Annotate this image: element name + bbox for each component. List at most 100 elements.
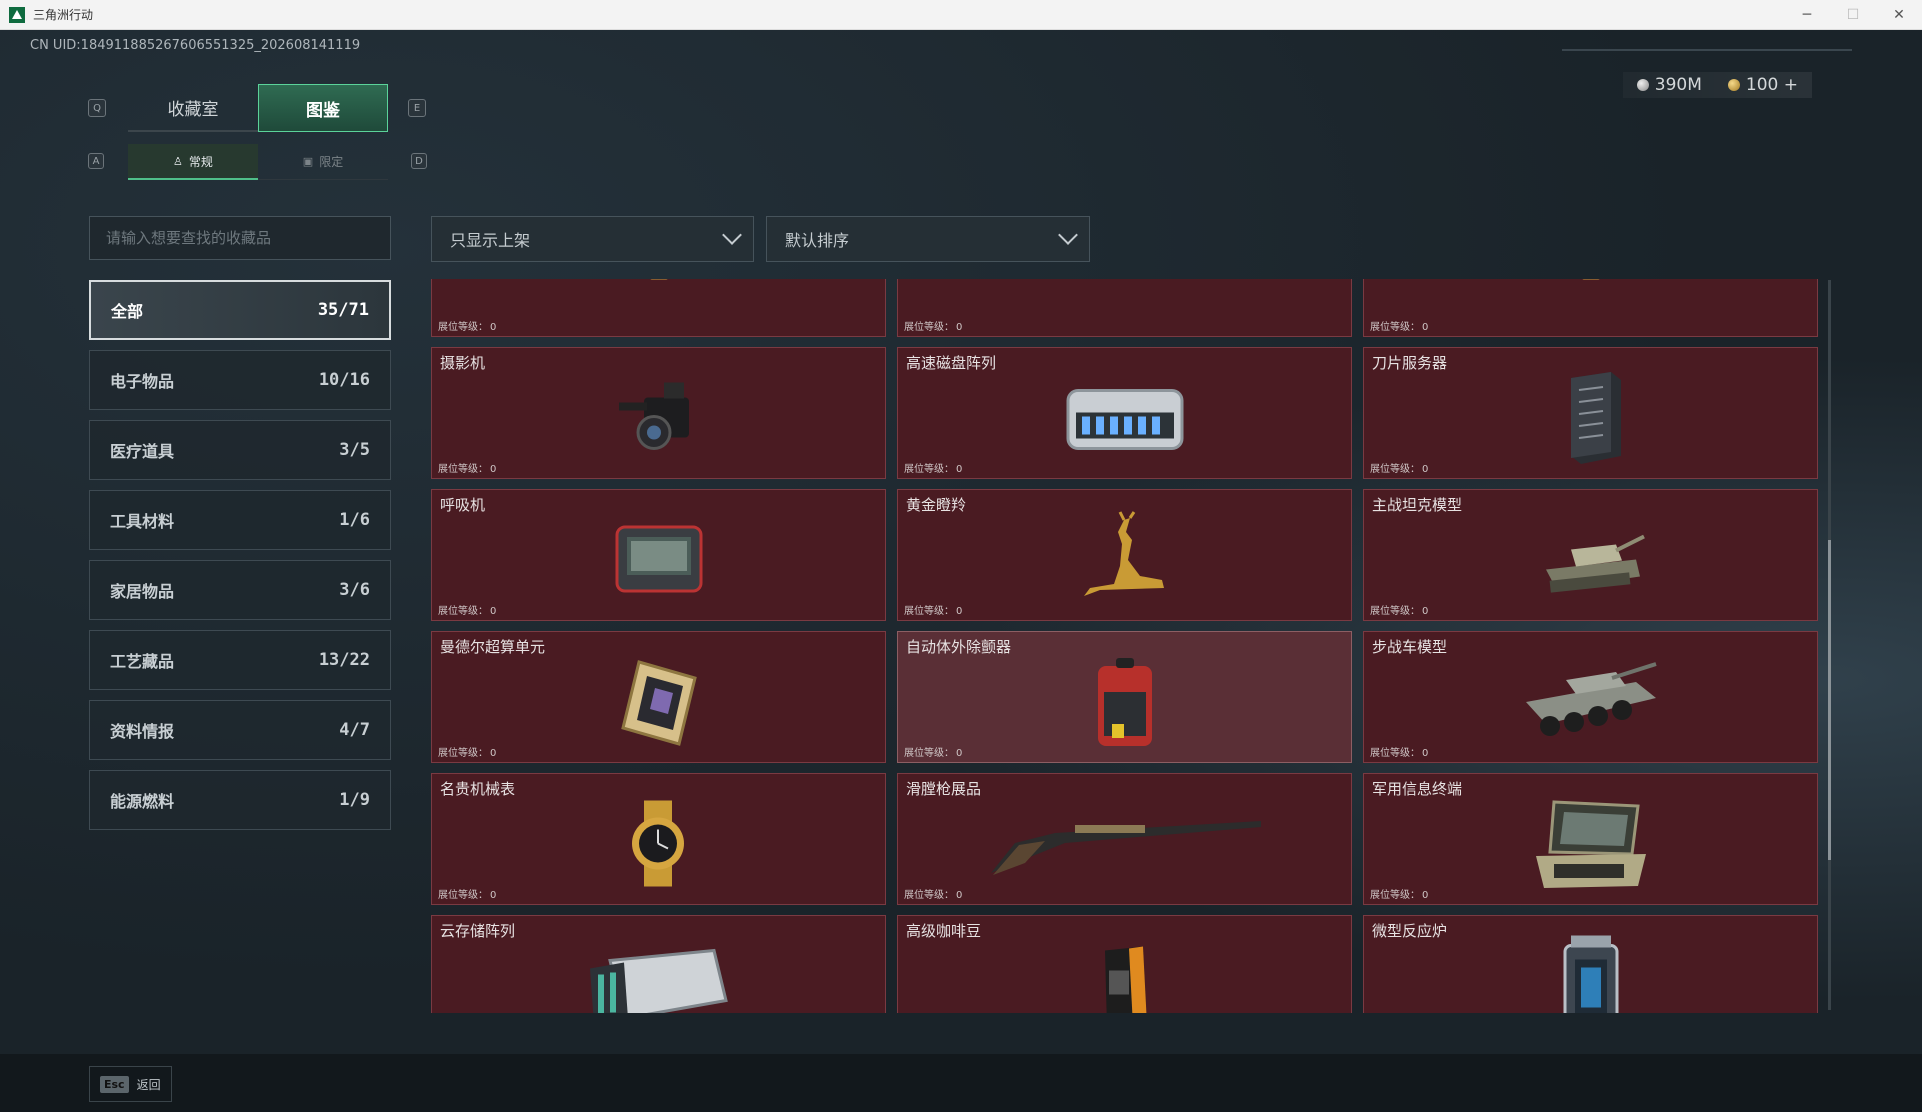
item-name: 自动体外除颤器 bbox=[906, 638, 1012, 656]
booth-level-value: 0 bbox=[490, 464, 497, 475]
gold-item-icon bbox=[639, 279, 679, 288]
booth-level-label: 展位等级： bbox=[438, 322, 488, 333]
image-icon: ▣ bbox=[302, 155, 314, 168]
window-titlebar: 三角洲行动 ─ ☐ ✕ bbox=[0, 0, 1922, 30]
sub-tabs: ♙ 常规 ▣ 限定 bbox=[128, 144, 388, 180]
chevron-down-icon bbox=[1058, 225, 1078, 245]
booth-level-value: 0 bbox=[490, 606, 497, 617]
booth-level: 展位等级： 0 bbox=[436, 744, 496, 759]
item-card[interactable]: 自动体外除颤器展位等级： 0 bbox=[897, 631, 1352, 763]
tank-icon bbox=[1536, 515, 1646, 605]
item-name: 主战坦克模型 bbox=[1372, 496, 1463, 514]
camera-icon bbox=[609, 373, 709, 463]
item-name: 军用信息终端 bbox=[1372, 780, 1463, 798]
category-electronics[interactable]: 电子物品 10/16 bbox=[89, 350, 391, 410]
gold-currency[interactable]: 100 + bbox=[1727, 75, 1798, 95]
booth-level-label: 展位等级： bbox=[1370, 606, 1420, 617]
item-card[interactable]: 高速磁盘阵列展位等级： 0 bbox=[897, 347, 1352, 479]
booth-level: 展位等级： 0 bbox=[1368, 886, 1428, 901]
item-card[interactable]: 云存储阵列展位等级：0 bbox=[431, 915, 886, 1013]
subtab-limited[interactable]: ▣ 限定 bbox=[258, 144, 388, 180]
item-card[interactable]: 高级咖啡豆展位等级：0 bbox=[897, 915, 1352, 1013]
back-button[interactable]: Esc 返回 bbox=[89, 1066, 172, 1102]
silver-coin-icon bbox=[1636, 79, 1649, 91]
category-crafts[interactable]: 工艺藏品 13/22 bbox=[89, 630, 391, 690]
sort-value: 默认排序 bbox=[785, 231, 850, 250]
booth-level: 展位等级： 0 bbox=[902, 460, 962, 475]
category-tools[interactable]: 工具材料 1/6 bbox=[89, 490, 391, 550]
category-energy[interactable]: 能源燃料 1/9 bbox=[89, 770, 391, 830]
gold-gazelle-icon bbox=[1070, 510, 1180, 610]
booth-level-label: 展位等级： bbox=[904, 748, 954, 759]
item-card[interactable]: 步战车模型 展位等级： 0 bbox=[1363, 631, 1818, 763]
booth-level-value: 0 bbox=[956, 322, 963, 333]
category-all[interactable]: 全部 35/71 bbox=[89, 280, 391, 340]
item-card[interactable]: 展位等级： 0 bbox=[1363, 279, 1818, 337]
maximize-button[interactable]: ☐ bbox=[1830, 0, 1876, 30]
subtab-regular[interactable]: ♙ 常规 bbox=[128, 144, 258, 180]
booth-level-label: 展位等级： bbox=[1370, 464, 1420, 475]
item-card[interactable]: 军用信息终端展位等级： 0 bbox=[1363, 773, 1818, 905]
item-card[interactable]: 名贵机械表展位等级： 0 bbox=[431, 773, 886, 905]
item-card[interactable]: 黄金瞪羚展位等级： 0 bbox=[897, 489, 1352, 621]
apc-icon bbox=[1516, 652, 1666, 752]
item-card[interactable]: 呼吸机 展位等级： 0 bbox=[431, 489, 886, 621]
item-card[interactable]: 展位等级： 0 bbox=[431, 279, 886, 337]
item-card[interactable]: 滑膛枪展品 展位等级： 0 bbox=[897, 773, 1352, 905]
category-medical[interactable]: 医疗道具 3/5 bbox=[89, 420, 391, 480]
item-card[interactable]: 刀片服务器展位等级： 0 bbox=[1363, 347, 1818, 479]
minimize-button[interactable]: ─ bbox=[1784, 0, 1830, 30]
booth-level-label: 展位等级： bbox=[438, 464, 488, 475]
window-title: 三角洲行动 bbox=[33, 8, 94, 22]
booth-level: 展位等级： 0 bbox=[1368, 460, 1428, 475]
item-card[interactable]: 主战坦克模型展位等级： 0 bbox=[1363, 489, 1818, 621]
category-list: 全部 35/71 电子物品 10/16 医疗道具 3/5 工具材料 1/6 家居物品 3/… bbox=[89, 280, 391, 840]
app-logo-icon bbox=[9, 6, 25, 23]
booth-level-label: 展位等级： bbox=[904, 606, 954, 617]
item-name: 黄金瞪羚 bbox=[906, 496, 967, 514]
category-household[interactable]: 家居物品 3/6 bbox=[89, 560, 391, 620]
close-button[interactable]: ✕ bbox=[1876, 0, 1922, 30]
item-name: 高速磁盘阵列 bbox=[906, 354, 997, 372]
booth-level: 展位等级： 0 bbox=[1368, 602, 1428, 617]
booth-level: 展位等级： 0 bbox=[902, 602, 962, 617]
scrollbar-thumb[interactable] bbox=[1828, 540, 1831, 860]
item-card[interactable]: 微型反应炉展位等级：0 bbox=[1363, 915, 1818, 1013]
booth-level-value: 0 bbox=[956, 464, 963, 475]
booth-level-value: 0 bbox=[490, 748, 497, 759]
item-card[interactable]: 曼德尔超算单元展位等级： 0 bbox=[431, 631, 886, 763]
item-name: 刀片服务器 bbox=[1372, 354, 1448, 372]
booth-level: 展位等级： 0 bbox=[902, 744, 962, 759]
search-input[interactable] bbox=[89, 216, 391, 260]
booth-level-value: 0 bbox=[1422, 322, 1429, 333]
booth-level: 展位等级： 0 bbox=[436, 886, 496, 901]
booth-level: 展位等级： 0 bbox=[1368, 744, 1428, 759]
item-card[interactable]: 摄影机 展位等级： 0 bbox=[431, 347, 886, 479]
item-name: 名贵机械表 bbox=[440, 780, 516, 798]
back-label: 返回 bbox=[136, 1077, 161, 1092]
grid-scrollbar[interactable] bbox=[1828, 280, 1831, 1010]
main-tabs: 收藏室 图鉴 bbox=[128, 84, 388, 132]
booth-level-label: 展位等级： bbox=[1370, 748, 1420, 759]
ventilator-icon bbox=[609, 519, 709, 599]
booth-level-label: 展位等级： bbox=[904, 464, 954, 475]
reactor-icon bbox=[1551, 932, 1631, 1013]
key-hint-e: E bbox=[408, 99, 426, 117]
tab-catalog[interactable]: 图鉴 bbox=[258, 84, 388, 132]
item-name: 曼德尔超算单元 bbox=[440, 638, 546, 656]
booth-level: 展位等级： 0 bbox=[902, 886, 962, 901]
rifle-icon bbox=[1025, 279, 1225, 282]
item-grid-viewport: 展位等级： 0 展位等级： 0 展位等级： 0 摄影机 展位等级： 0 高速磁盘阵列 展位等级： 0 刀… bbox=[431, 279, 1821, 1013]
footer-bar: Esc 返回 bbox=[0, 1054, 1922, 1112]
add-currency-button[interactable]: + bbox=[1784, 75, 1798, 95]
booth-level: 展位等级： 0 bbox=[436, 318, 496, 333]
sort-dropdown[interactable]: 默认排序 bbox=[766, 216, 1090, 262]
item-name: 高级咖啡豆 bbox=[906, 922, 982, 940]
booth-level-value: 0 bbox=[1422, 890, 1429, 901]
booth-level: 展位等级： 0 bbox=[1368, 318, 1428, 333]
tab-collection-room[interactable]: 收藏室 bbox=[128, 84, 258, 132]
display-filter-dropdown[interactable]: 只显示上架 bbox=[431, 216, 754, 262]
game-area: CN UID:184911885267606551325_20260814111… bbox=[0, 30, 1922, 1112]
category-intel[interactable]: 资料情报 4/7 bbox=[89, 700, 391, 760]
item-card[interactable]: 展位等级： 0 bbox=[897, 279, 1352, 337]
